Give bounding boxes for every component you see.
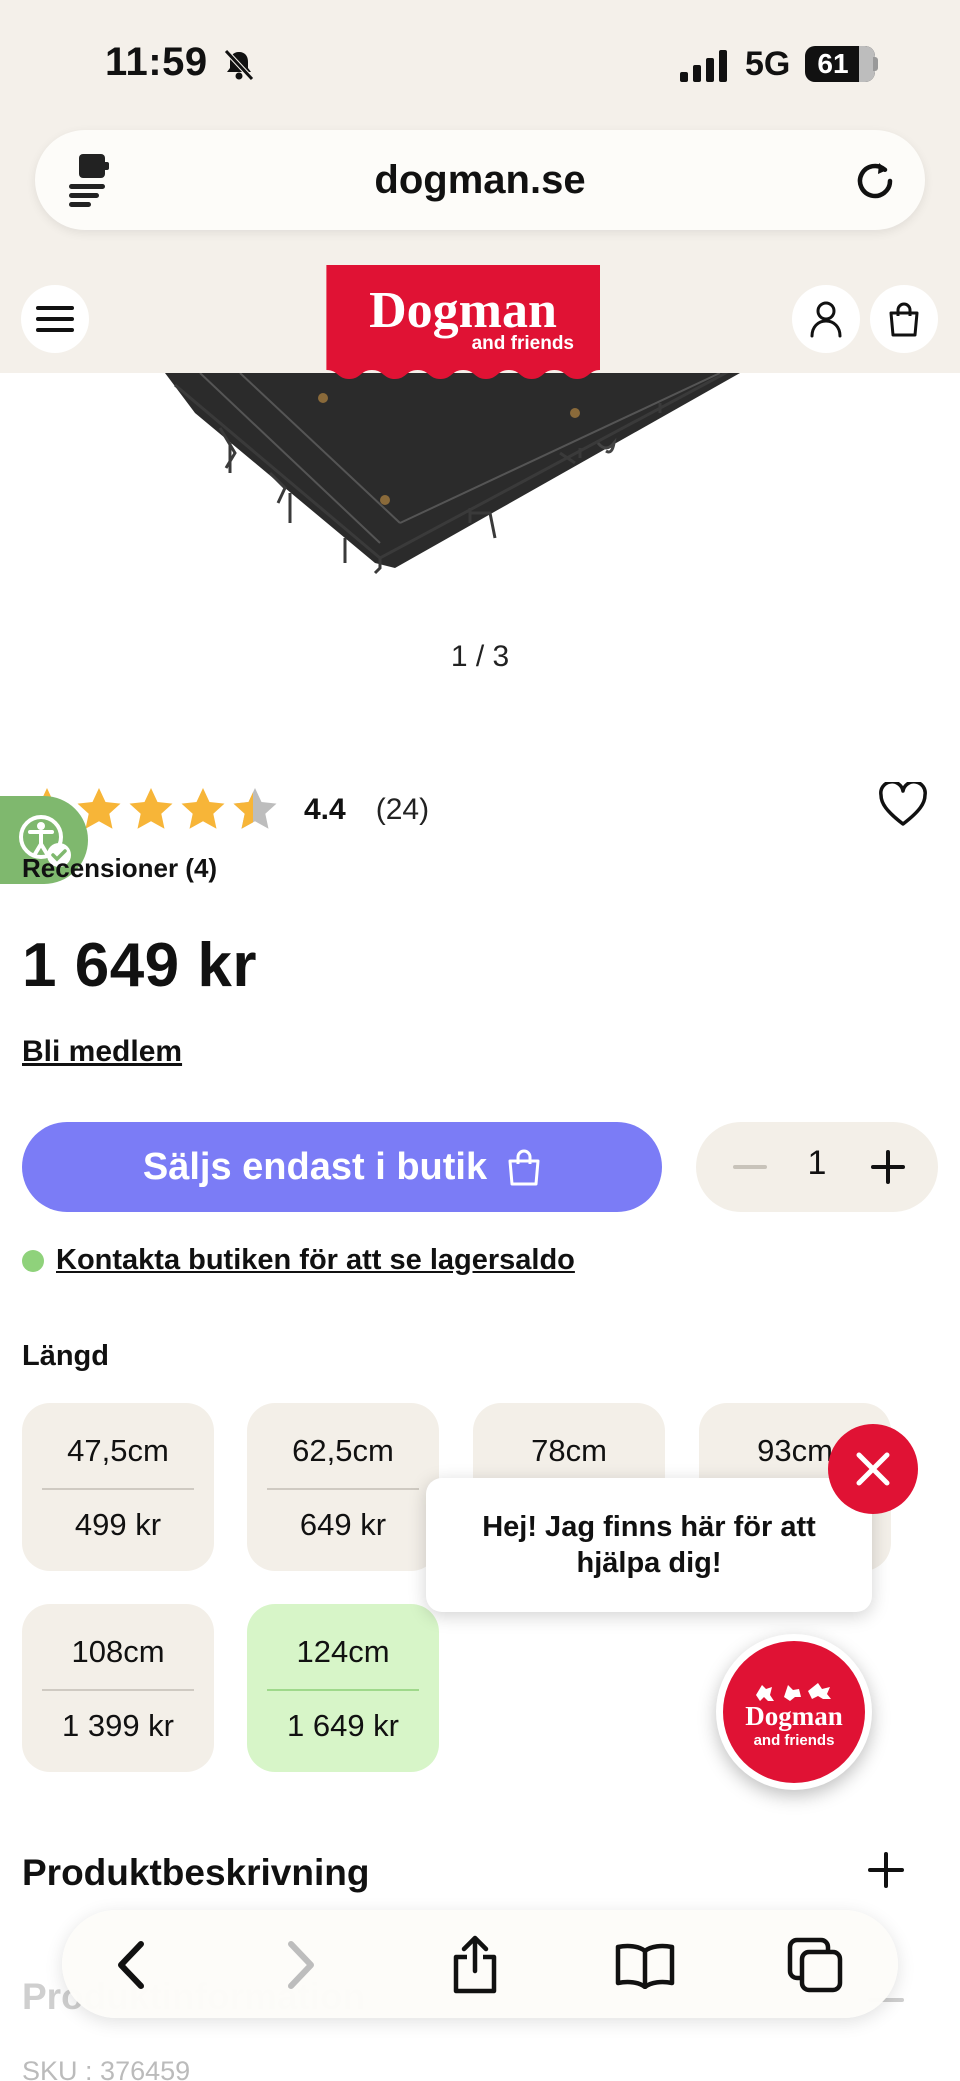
chat-logo-sub: and friends bbox=[754, 1732, 835, 1749]
address-bar[interactable]: dogman.se bbox=[35, 130, 925, 230]
share-button[interactable] bbox=[442, 1932, 508, 1998]
browser-urlbar-area: dogman.se bbox=[0, 130, 960, 260]
size-option-divider bbox=[267, 1689, 419, 1691]
quantity-value[interactable]: 1 bbox=[786, 1144, 848, 1183]
battery-tip bbox=[873, 57, 878, 71]
star-icon bbox=[129, 788, 173, 829]
star-icon bbox=[181, 788, 225, 829]
battery-icon: 61 bbox=[805, 46, 875, 82]
account-button[interactable] bbox=[792, 285, 860, 353]
bookmarks-button[interactable] bbox=[612, 1932, 678, 1998]
chat-message: Hej! Jag finns här för att hjälpa dig! bbox=[482, 1510, 816, 1579]
close-icon bbox=[856, 1452, 890, 1486]
size-option-length: 108cm bbox=[71, 1634, 165, 1669]
bag-icon bbox=[508, 1149, 540, 1186]
image-counter: 1 / 3 bbox=[450, 640, 510, 673]
quantity-stepper: 1 bbox=[696, 1122, 938, 1212]
product-image[interactable] bbox=[0, 373, 960, 593]
plus-icon bbox=[871, 1150, 905, 1184]
chat-logo-main: Dogman bbox=[745, 1701, 843, 1731]
tabs-button[interactable] bbox=[782, 1932, 848, 1998]
logo-sub-text: and friends bbox=[472, 333, 574, 354]
minus-icon bbox=[733, 1165, 767, 1169]
plus-icon[interactable] bbox=[866, 1850, 906, 1890]
size-option[interactable]: 62,5cm 649 kr bbox=[247, 1403, 439, 1571]
heart-icon[interactable] bbox=[878, 782, 928, 828]
size-option-length: 47,5cm bbox=[67, 1433, 169, 1468]
chevron-right-icon bbox=[288, 1941, 314, 1989]
bag-button[interactable] bbox=[870, 285, 938, 353]
battery-level: 61 bbox=[817, 48, 849, 79]
stock-contact-link[interactable]: Kontakta butiken för att se lagersaldo bbox=[56, 1244, 575, 1277]
size-option-divider bbox=[42, 1689, 194, 1691]
member-link[interactable]: Bli medlem bbox=[22, 1035, 182, 1069]
account-icon bbox=[810, 301, 842, 338]
browser-toolbar bbox=[62, 1910, 898, 2018]
chat-launcher-button[interactable]: Dogman and friends bbox=[716, 1634, 872, 1790]
size-option-price: 499 kr bbox=[74, 1507, 162, 1542]
size-option[interactable]: 108cm 1 399 kr bbox=[22, 1604, 214, 1772]
dogman-chat-logo: Dogman and friends bbox=[745, 1683, 843, 1749]
signal-icon bbox=[680, 48, 732, 82]
rating-count: (24) bbox=[375, 793, 430, 826]
menu-icon bbox=[36, 306, 74, 332]
size-option-price: 1 649 kr bbox=[286, 1708, 399, 1743]
shop-only-label: Säljs endast i butik bbox=[142, 1145, 488, 1188]
share-icon bbox=[453, 1935, 497, 1994]
status-time: 11:59 bbox=[105, 40, 208, 84]
chat-bubble[interactable]: Hej! Jag finns här för att hjälpa dig! bbox=[426, 1478, 872, 1612]
bag-icon bbox=[889, 302, 919, 337]
network-label: 5G bbox=[745, 45, 791, 83]
logo-main-text: Dogman bbox=[369, 282, 557, 339]
status-bar: 11:59 5G 61 bbox=[0, 0, 960, 130]
size-option[interactable]: 47,5cm 499 kr bbox=[22, 1403, 214, 1571]
forward-button[interactable] bbox=[268, 1932, 334, 1998]
tabs-icon bbox=[787, 1937, 843, 1993]
back-button[interactable] bbox=[98, 1932, 164, 1998]
dogman-logo[interactable]: Dogman and friends bbox=[326, 265, 600, 385]
size-option-selected[interactable]: 124cm 1 649 kr bbox=[247, 1604, 439, 1772]
quantity-increase-button[interactable] bbox=[864, 1143, 912, 1191]
stock-row: Kontakta butiken för att se lagersaldo bbox=[22, 1244, 575, 1277]
book-icon bbox=[615, 1943, 675, 1989]
size-option-length: 62,5cm bbox=[292, 1433, 394, 1468]
chat-close-button[interactable] bbox=[828, 1424, 918, 1514]
length-label: Längd bbox=[22, 1340, 109, 1372]
rating-value: 4.4 bbox=[304, 793, 346, 826]
bell-slash-icon bbox=[224, 49, 254, 81]
size-option-price: 1 399 kr bbox=[61, 1708, 174, 1743]
menu-button[interactable] bbox=[21, 285, 89, 353]
quantity-decrease-button[interactable] bbox=[726, 1143, 774, 1191]
star-half-icon bbox=[233, 788, 277, 829]
size-option-divider bbox=[267, 1488, 419, 1490]
sku-row: SKU : 376459 bbox=[22, 2056, 190, 2081]
size-option-price: 649 kr bbox=[299, 1507, 387, 1542]
sku-label: SKU bbox=[22, 2056, 78, 2081]
sku-value: : 376459 bbox=[85, 2056, 191, 2081]
size-option-divider bbox=[42, 1488, 194, 1490]
chevron-left-icon bbox=[118, 1941, 144, 1989]
product-price: 1 649 kr bbox=[22, 931, 257, 1000]
size-option-length: 124cm bbox=[296, 1634, 390, 1669]
reviews-link[interactable]: Recensioner (4) bbox=[22, 853, 217, 884]
stock-status-dot bbox=[22, 1249, 44, 1272]
size-option-length: 78cm bbox=[531, 1433, 607, 1468]
reload-icon[interactable] bbox=[850, 155, 900, 205]
site-header: Dogman and friends bbox=[0, 260, 960, 379]
description-heading[interactable]: Produktbeskrivning bbox=[22, 1852, 369, 1894]
shop-only-button[interactable]: Säljs endast i butik bbox=[22, 1122, 662, 1212]
url-text[interactable]: dogman.se bbox=[35, 158, 925, 203]
